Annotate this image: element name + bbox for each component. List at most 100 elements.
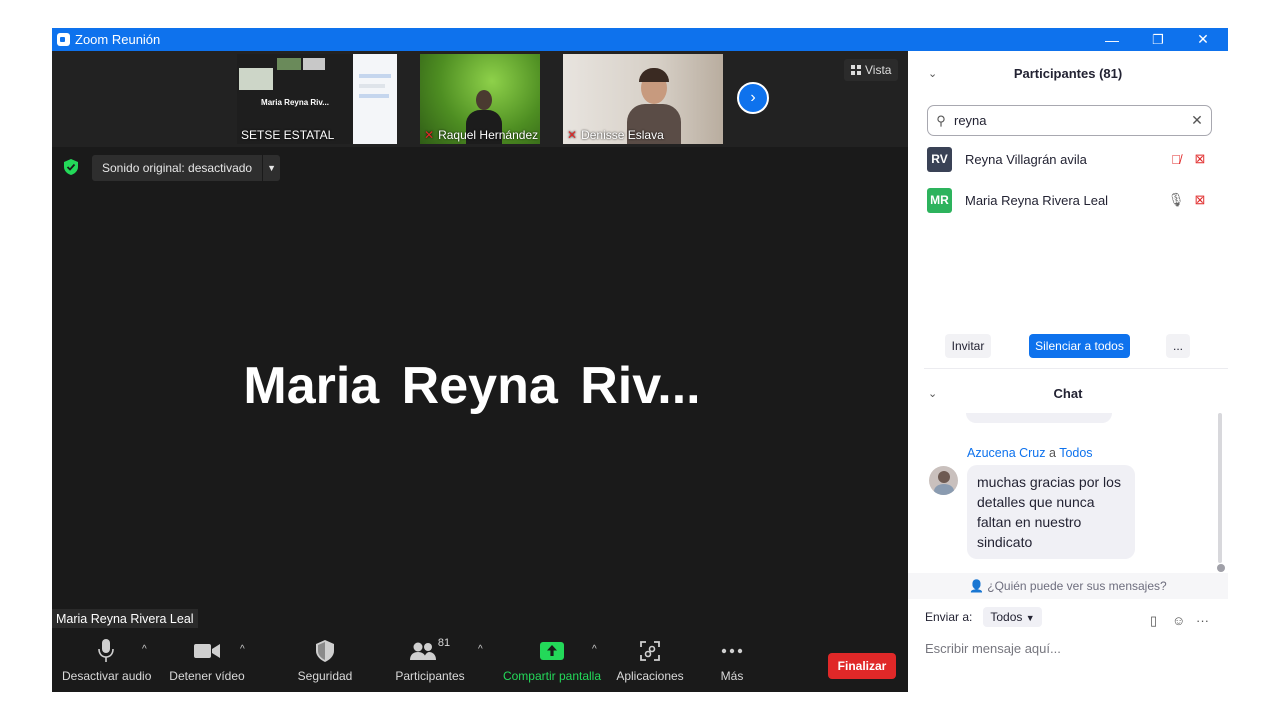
video-off-icon: ⊠ [1194, 151, 1206, 166]
participants-count-badge: 81 [437, 637, 451, 649]
sender-avatar [929, 466, 958, 495]
message-bubble: muchas gracias por los detalles que nunc… [967, 465, 1135, 559]
video-camera-icon [194, 644, 220, 658]
view-button-label: Vista [865, 63, 892, 77]
mic-muted-icon: ✕ [424, 128, 435, 142]
thumbnail-denisse-eslava[interactable]: ✕ Denisse Eslava [563, 54, 723, 144]
thumbnail-name: ✕ Denisse Eslava [567, 128, 664, 142]
chat-header: ⌄ Chat [908, 381, 1228, 405]
chat-scrollbar[interactable] [1218, 413, 1222, 563]
user-privacy-icon: 👤 [969, 579, 985, 593]
send-to-value: Todos [990, 610, 1023, 624]
mute-audio-button[interactable]: Desactivar audio [62, 636, 152, 683]
chat-title: Chat [1053, 385, 1083, 401]
chat-scroll-thumb[interactable] [1217, 564, 1225, 572]
send-to-row: Enviar a: Todos ▼ [925, 607, 1042, 627]
stop-video-button[interactable]: Detener vídeo [164, 636, 250, 683]
send-to-label: Enviar a: [925, 610, 973, 624]
thumbnail-inner-label: Maria Reyna Riv... [261, 98, 329, 107]
stop-video-label: Detener vídeo [169, 669, 245, 683]
collapse-chevron-icon[interactable]: ⌄ [928, 67, 937, 80]
active-speaker-name: Maria Reyna Riv... [243, 357, 701, 415]
security-shield-icon [316, 640, 334, 662]
apps-label: Aplicaciones [616, 669, 684, 683]
share-screen-button[interactable]: Compartir pantalla [500, 636, 604, 683]
view-button[interactable]: Vista [844, 59, 899, 81]
participants-icon [409, 642, 436, 660]
video-off-icon: ⊠ [1194, 192, 1206, 207]
side-panel: ⌄ Participantes (81) ⚲ ✕ RV Reyna Villag… [908, 51, 1228, 692]
encryption-shield-icon[interactable] [64, 159, 78, 175]
mute-all-button[interactable]: Silenciar a todos [1029, 334, 1130, 358]
more-dots-icon [721, 648, 743, 654]
emoji-icon[interactable]: ☺ [1172, 613, 1185, 628]
participant-row[interactable]: RV Reyna Villagrán avila 🎙̸ ⊠ [927, 146, 1212, 172]
microphone-icon: 🎙 [1167, 192, 1185, 207]
mic-muted-icon: 🎙̸ [1171, 151, 1181, 167]
previous-message-bubble [966, 413, 1112, 423]
grid-icon [851, 65, 861, 75]
close-button[interactable]: ✕ [1180, 28, 1226, 51]
window-title: Zoom Reunión [75, 32, 161, 47]
who-can-see-label: ¿Quién puede ver sus mensajes? [987, 579, 1167, 593]
thumbnail-setse-estatal[interactable]: Maria Reyna Riv... SETSE ESTATAL [237, 54, 397, 144]
participant-row[interactable]: MR Maria Reyna Rivera Leal 🎙 ⊠ [927, 187, 1212, 213]
collapse-chevron-icon[interactable]: ⌄ [928, 387, 937, 400]
mute-audio-label: Desactivar audio [62, 669, 152, 683]
meeting-toolbar: Desactivar audio ^ Detener vídeo ^ Segur… [52, 628, 908, 692]
security-button[interactable]: Seguridad [290, 636, 360, 683]
restore-button[interactable]: ❐ [1135, 28, 1181, 51]
chat-message-input[interactable] [925, 641, 1215, 656]
file-icon[interactable]: ▯ [1150, 613, 1157, 629]
next-page-arrow-icon[interactable]: › [737, 82, 769, 114]
mic-muted-icon: ✕ [567, 128, 578, 142]
thumbnail-strip: Maria Reyna Riv... SETSE ESTATAL ✕ Raquel… [52, 51, 908, 147]
avatar: RV [927, 146, 952, 172]
message-sender-line: Azucena Cruz a Todos [967, 446, 1093, 460]
avatar: MR [927, 187, 952, 213]
participants-options-caret-icon[interactable]: ^ [478, 644, 483, 655]
microphone-icon [98, 639, 114, 662]
invite-button[interactable]: Invitar [945, 334, 991, 358]
thumbnail-name: ✕ Raquel Hernández [424, 128, 539, 142]
more-label: Más [720, 669, 744, 683]
chevron-down-icon[interactable]: ▼ [262, 155, 280, 181]
sender-connector: a [1045, 446, 1060, 460]
video-options-caret-icon[interactable]: ^ [240, 644, 245, 655]
title-bar: Zoom Reunión — ❐ ✕ [52, 28, 1228, 51]
recipient-name: Todos [1059, 446, 1093, 460]
who-can-see-messages[interactable]: 👤 ¿Quién puede ver sus mensajes? [908, 573, 1228, 599]
zoom-window: Zoom Reunión — ❐ ✕ Maria Reyna Riv... SE… [52, 28, 1228, 692]
send-to-dropdown[interactable]: Todos ▼ [983, 607, 1042, 627]
zoom-app-icon [57, 33, 70, 46]
search-icon: ⚲ [936, 112, 946, 128]
end-meeting-button[interactable]: Finalizar [828, 653, 896, 679]
participants-more-button[interactable]: ... [1166, 334, 1190, 358]
apps-button[interactable]: Aplicaciones [614, 636, 686, 683]
chat-more-icon[interactable]: ··· [1196, 613, 1209, 628]
chevron-down-icon: ▼ [1025, 613, 1035, 623]
security-label: Seguridad [297, 669, 353, 683]
minimize-button[interactable]: — [1089, 28, 1135, 51]
original-sound-control[interactable]: Sonido original: desactivado ▼ [92, 155, 281, 181]
participants-button[interactable]: 81 Participantes [392, 636, 468, 683]
more-button[interactable]: Más [702, 636, 762, 683]
share-options-caret-icon[interactable]: ^ [592, 644, 597, 655]
participants-header: ⌄ Participantes (81) [908, 61, 1228, 85]
panel-divider [924, 368, 1228, 369]
share-screen-icon [540, 642, 564, 660]
participants-label: Participantes [395, 669, 465, 683]
thumbnail-raquel-hernandez[interactable]: ✕ Raquel Hernández [420, 54, 540, 144]
apps-icon [640, 641, 660, 661]
participant-name: Maria Reyna Rivera Leal [965, 192, 1109, 208]
participants-title: Participantes (81) [1013, 65, 1123, 81]
audio-options-caret-icon[interactable]: ^ [142, 644, 147, 655]
original-sound-label: Sonido original: desactivado [102, 161, 253, 175]
chat-messages[interactable]: Azucena Cruz a Todos muchas gracias por … [908, 413, 1228, 571]
sender-name[interactable]: Azucena Cruz [967, 446, 1046, 460]
participant-search-input[interactable] [954, 113, 1183, 128]
participant-name: Reyna Villagrán avila [965, 151, 1087, 167]
participant-search[interactable]: ⚲ ✕ [927, 105, 1212, 136]
video-area: Maria Reyna Riv... SETSE ESTATAL ✕ Raquel… [52, 51, 908, 628]
clear-search-icon[interactable]: ✕ [1183, 112, 1211, 129]
